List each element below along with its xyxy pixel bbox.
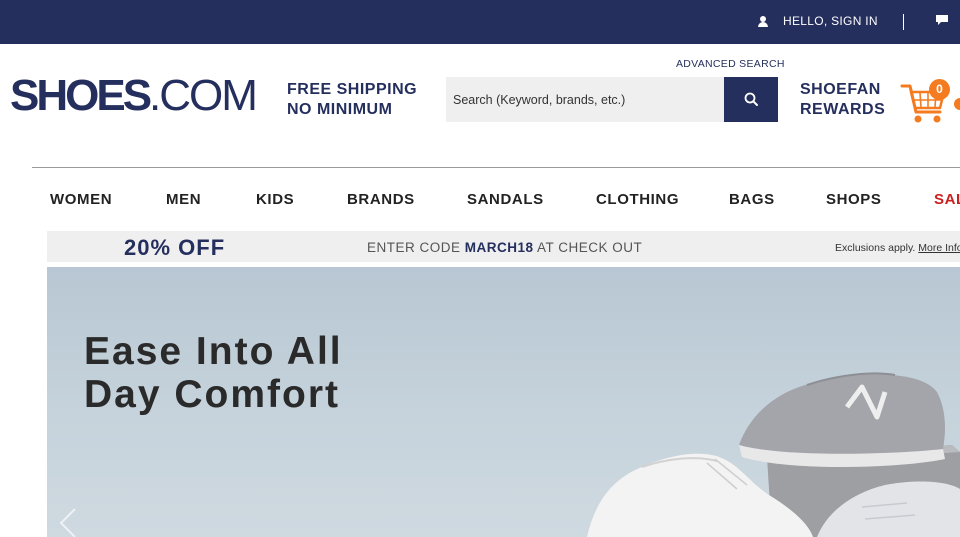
shoefan-rewards-link[interactable]: SHOEFAN REWARDS — [800, 80, 886, 120]
logo-text-light: .COM — [149, 71, 258, 120]
cart-total-badge — [954, 98, 960, 110]
nav-item-sale[interactable]: SAL — [934, 191, 960, 208]
promo-exclusions: Exclusions apply. More Info — [835, 242, 960, 254]
cart-count-badge: 0 — [929, 79, 950, 100]
promo-code: MARCH18 — [464, 240, 534, 255]
nav-item-men[interactable]: MEN — [166, 191, 201, 208]
rewards-line1: SHOEFAN — [800, 81, 881, 98]
search-input[interactable] — [446, 77, 724, 122]
search-icon — [744, 92, 758, 106]
nav-item-women[interactable]: WOMEN — [50, 191, 112, 208]
chat-bubble-icon[interactable] — [935, 14, 949, 26]
logo-text-bold: SHOES — [10, 71, 152, 120]
nav-item-clothing[interactable]: CLOTHING — [596, 191, 679, 208]
hero-title: Ease Into All Day Comfort — [84, 330, 343, 416]
nav-item-shops[interactable]: SHOPS — [826, 191, 882, 208]
free-shipping-line2: NO MINIMUM — [287, 101, 393, 118]
free-shipping-line1: FREE SHIPPING — [287, 81, 418, 98]
sign-in-label: HELLO, SIGN IN — [783, 14, 878, 28]
nav-item-kids[interactable]: KIDS — [256, 191, 294, 208]
promo-code-text: ENTER CODE MARCH18 AT CHECK OUT — [367, 240, 642, 255]
site-logo[interactable]: SHOES.COM — [10, 71, 258, 120]
rewards-line2: REWARDS — [800, 101, 886, 118]
hero-title-line1: Ease Into All — [84, 330, 343, 373]
hero-title-line2: Day Comfort — [84, 373, 341, 416]
free-shipping-banner: FREE SHIPPING NO MINIMUM — [287, 80, 417, 120]
promo-banner[interactable]: 20% OFF ENTER CODE MARCH18 AT CHECK OUT … — [47, 231, 960, 262]
hero-banner[interactable]: Ease Into All Day Comfort — [47, 267, 960, 537]
top-bar-divider — [903, 14, 904, 30]
promo-code-suffix: AT CHECK OUT — [533, 240, 643, 255]
header-divider — [32, 167, 960, 168]
promo-discount: 20% OFF — [124, 235, 226, 260]
chevron-left-icon[interactable] — [55, 507, 79, 537]
promo-code-prefix: ENTER CODE — [367, 240, 465, 255]
advanced-search-link[interactable]: ADVANCED SEARCH — [676, 58, 785, 70]
search-button[interactable] — [724, 77, 778, 122]
more-info-link[interactable]: More Info — [918, 242, 960, 254]
user-icon — [758, 15, 768, 27]
nav-item-sandals[interactable]: SANDALS — [467, 191, 544, 208]
top-bar: HELLO, SIGN IN — [0, 0, 960, 44]
nav-item-brands[interactable]: BRANDS — [347, 191, 415, 208]
sign-in-link[interactable]: HELLO, SIGN IN — [758, 13, 878, 29]
exclusions-text: Exclusions apply. — [835, 242, 916, 254]
nav-item-bags[interactable]: BAGS — [729, 191, 775, 208]
